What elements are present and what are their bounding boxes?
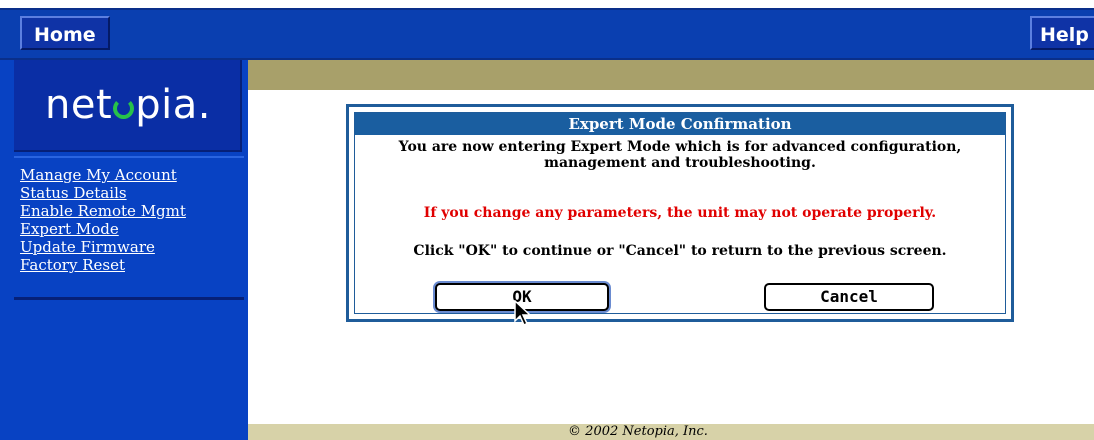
logo-o-icon (113, 98, 135, 119)
sidebar: net pia. Manage My Account Status Details… (0, 60, 248, 440)
dialog-title: Expert Mode Confirmation (355, 113, 1005, 135)
nav-band (0, 8, 1094, 60)
sidebar-item-expert-mode: Expert Mode (20, 220, 186, 238)
sidebar-menu: Manage My Account Status Details Enable … (14, 156, 244, 300)
sidebar-item-factory-reset: Factory Reset (20, 256, 186, 274)
enable-remote-mgmt-link[interactable]: Enable Remote Mgmt (20, 202, 186, 220)
dialog-instruction: Click "OK" to continue or "Cancel" to re… (413, 243, 947, 259)
top-nav-bar: Home Help (0, 0, 1094, 60)
logo-panel: net pia. (14, 60, 242, 152)
dialog-message: You are now entering Expert Mode which i… (398, 139, 962, 171)
update-firmware-link[interactable]: Update Firmware (20, 238, 155, 256)
arrow-cursor-icon (514, 300, 532, 326)
sidebar-item-enable-remote-mgmt: Enable Remote Mgmt (20, 202, 186, 220)
sidebar-menu-list: Manage My Account Status Details Enable … (20, 166, 186, 274)
dialog-warning: If you change any parameters, the unit m… (423, 205, 937, 221)
copyright-text: © 2002 Netopia, Inc. (568, 424, 708, 439)
expert-mode-dialog: Expert Mode Confirmation You are now ent… (346, 104, 1014, 322)
sidebar-item-update-firmware: Update Firmware (20, 238, 186, 256)
sidebar-item-manage-my-account: Manage My Account (20, 166, 186, 184)
home-button[interactable]: Home (20, 16, 110, 50)
help-button[interactable]: Help (1030, 16, 1094, 50)
netopia-logo: net pia. (45, 82, 211, 128)
expert-mode-link[interactable]: Expert Mode (20, 220, 119, 238)
header-strip (248, 60, 1094, 90)
cancel-button[interactable]: Cancel (764, 283, 934, 311)
sidebar-item-status-details: Status Details (20, 184, 186, 202)
factory-reset-link[interactable]: Factory Reset (20, 256, 125, 274)
status-details-link[interactable]: Status Details (20, 184, 127, 202)
dialog-frame: Expert Mode Confirmation You are now ent… (354, 112, 1006, 314)
manage-my-account-link[interactable]: Manage My Account (20, 166, 177, 184)
